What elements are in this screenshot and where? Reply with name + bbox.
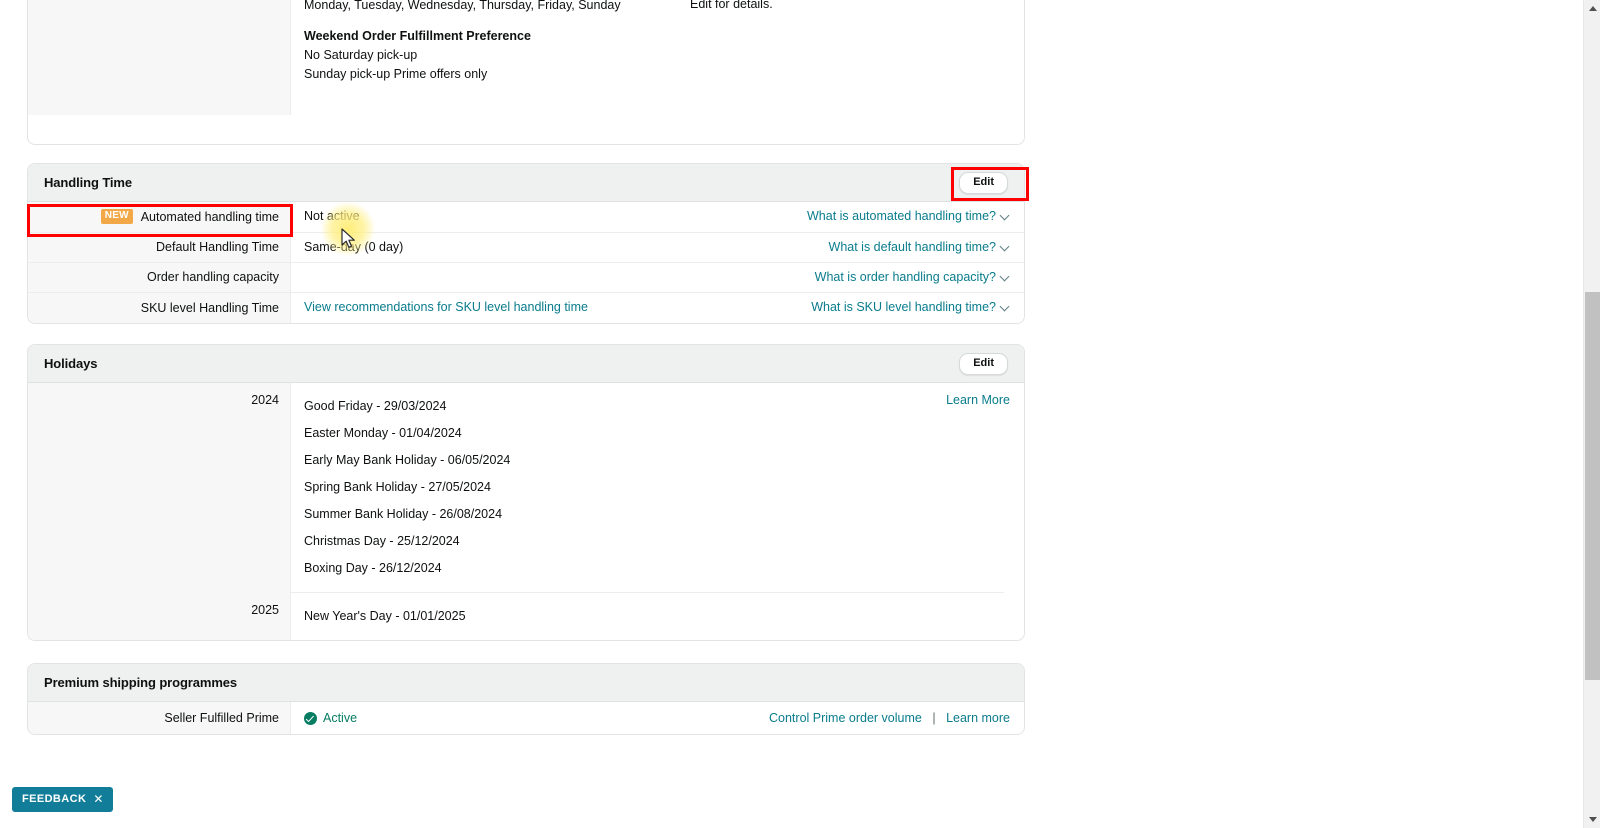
close-icon[interactable]: ✕ bbox=[93, 792, 103, 806]
help-link-automated-handling-time[interactable]: What is automated handling time? bbox=[807, 209, 1010, 223]
premium-links: Control Prime order volume | Learn more bbox=[769, 711, 1010, 725]
chevron-down-icon bbox=[1001, 272, 1010, 281]
row-body: Same-day (0 day) What is default handlin… bbox=[291, 233, 1024, 262]
settings-page: Monday, Tuesday, Wednesday, Thursday, Fr… bbox=[0, 0, 1583, 828]
check-circle-icon bbox=[304, 711, 317, 725]
handling-row-default: Default Handling Time Same-day (0 day) W… bbox=[28, 233, 1024, 263]
row-label-seller-fulfilled-prime: Seller Fulfilled Prime bbox=[28, 702, 291, 734]
handling-time-card: Handling Time Edit NEW Automated handlin… bbox=[27, 163, 1025, 324]
help-link-text[interactable]: What is order handling capacity? bbox=[815, 270, 996, 284]
feedback-button[interactable]: FEEDBACK ✕ bbox=[12, 787, 113, 812]
row-label-text: Default Handling Time bbox=[156, 240, 279, 254]
help-link-text[interactable]: What is automated handling time? bbox=[807, 209, 996, 223]
sku-recommendations-link[interactable]: View recommendations for SKU level handl… bbox=[304, 300, 588, 314]
weekend-preference-line-2: Sunday pick-up Prime offers only bbox=[304, 67, 488, 81]
automated-handling-time-value: Not active bbox=[304, 209, 360, 223]
row-label-default-handling-time: Default Handling Time bbox=[28, 233, 291, 262]
chevron-down-icon bbox=[1001, 302, 1010, 311]
scrollbar-thumb[interactable] bbox=[1585, 292, 1600, 680]
holidays-learn-more-link[interactable]: Learn More bbox=[946, 393, 1010, 407]
default-handling-time-value: Same-day (0 day) bbox=[304, 240, 404, 254]
scroll-down-arrow-icon[interactable] bbox=[1584, 811, 1600, 828]
holiday-year-label: 2024 bbox=[28, 383, 291, 592]
premium-learn-more-link[interactable]: Learn more bbox=[946, 711, 1010, 725]
help-link-sku-level-handling-time[interactable]: What is SKU level handling time? bbox=[811, 300, 1010, 314]
list-item: Christmas Day - 25/12/2024 bbox=[304, 534, 460, 548]
feedback-label: FEEDBACK bbox=[22, 793, 87, 805]
row-label-automated-fulfillment: Automated Fulfillment Settings (Prime) bbox=[28, 0, 291, 115]
handling-row-sku: SKU level Handling Time View recommendat… bbox=[28, 293, 1024, 323]
list-item: Summer Bank Holiday - 26/08/2024 bbox=[304, 507, 503, 521]
row-label-text: Seller Fulfilled Prime bbox=[164, 711, 279, 725]
holiday-body: Good Friday - 29/03/2024 Easter Monday -… bbox=[291, 383, 1024, 592]
row-label-automated-handling-time: NEW Automated handling time bbox=[28, 202, 291, 232]
list-item: New Year's Day - 01/01/2025 bbox=[304, 609, 466, 623]
premium-shipping-programmes-card: Premium shipping programmes Seller Fulfi… bbox=[27, 663, 1025, 735]
holiday-list: Good Friday - 29/03/2024 Easter Monday -… bbox=[304, 393, 946, 582]
list-item: Boxing Day - 26/12/2024 bbox=[304, 561, 442, 575]
list-item: Easter Monday - 01/04/2024 bbox=[304, 426, 462, 440]
status-badge-text: Active bbox=[323, 711, 358, 725]
row-label-text: SKU level Handling Time bbox=[140, 300, 279, 315]
table-row: Automated Fulfillment Settings (Prime) O… bbox=[28, 0, 1024, 115]
row-label-text: Order handling capacity bbox=[146, 270, 279, 284]
fulfillment-details: Operating Days Monday, Tuesday, Wednesda… bbox=[304, 0, 621, 84]
cutoff-times-note: Cut-off times are defined for each shipp… bbox=[690, 0, 773, 11]
holidays-card: Holidays Edit 2024 Good Friday - 29/03/2… bbox=[27, 344, 1025, 641]
handling-row-capacity: Order handling capacity What is order ha… bbox=[28, 263, 1024, 293]
chevron-down-icon bbox=[1001, 242, 1010, 251]
handling-time-title: Handling Time bbox=[44, 175, 133, 190]
weekend-preference-heading: Weekend Order Fulfillment Preference bbox=[304, 29, 531, 43]
chevron-down-icon bbox=[1001, 211, 1010, 220]
scroll-up-arrow-icon[interactable] bbox=[1584, 0, 1600, 17]
handling-row-automated: NEW Automated handling time Not active W… bbox=[28, 202, 1024, 233]
new-badge: NEW bbox=[100, 209, 133, 224]
handling-time-edit-button[interactable]: Edit bbox=[959, 171, 1008, 194]
holidays-edit-button[interactable]: Edit bbox=[959, 352, 1008, 375]
help-link-default-handling-time[interactable]: What is default handling time? bbox=[829, 240, 1010, 254]
list-item: Early May Bank Holiday - 06/05/2024 bbox=[304, 453, 511, 467]
holidays-title: Holidays bbox=[44, 356, 98, 371]
link-separator: | bbox=[932, 711, 936, 725]
holiday-group-2025: 2025 New Year's Day - 01/01/2025 bbox=[28, 593, 1024, 640]
automated-fulfillment-settings-card: Monday, Tuesday, Wednesday, Thursday, Fr… bbox=[27, 0, 1025, 145]
premium-title: Premium shipping programmes bbox=[44, 675, 238, 690]
row-label-text: Automated handling time bbox=[140, 209, 279, 224]
handling-time-header: Handling Time Edit bbox=[28, 164, 1024, 202]
holiday-year-label: 2025 bbox=[28, 593, 291, 640]
row-body: Not active What is automated handling ti… bbox=[291, 202, 1024, 231]
weekend-preference-line-1: No Saturday pick-up bbox=[304, 48, 418, 62]
row-label-order-handling-capacity: Order handling capacity bbox=[28, 263, 291, 292]
row-body: View recommendations for SKU level handl… bbox=[291, 293, 1024, 322]
row-label-sku-level-handling-time: SKU level Handling Time bbox=[28, 293, 291, 323]
holiday-group-2024: 2024 Good Friday - 29/03/2024 Easter Mon… bbox=[28, 383, 1024, 592]
premium-row-sfp: Seller Fulfilled Prime Active Control Pr… bbox=[28, 702, 1024, 734]
list-item: Good Friday - 29/03/2024 bbox=[304, 399, 447, 413]
holidays-header: Holidays Edit bbox=[28, 345, 1024, 383]
help-link-text[interactable]: What is default handling time? bbox=[829, 240, 996, 254]
vertical-scrollbar[interactable] bbox=[1583, 0, 1600, 828]
operating-days-value: Monday, Tuesday, Wednesday, Thursday, Fr… bbox=[304, 0, 621, 12]
premium-header: Premium shipping programmes bbox=[28, 664, 1024, 702]
row-body: Operating Days Monday, Tuesday, Wednesda… bbox=[291, 0, 1024, 115]
row-body: What is order handling capacity? bbox=[291, 263, 1024, 292]
list-item: Spring Bank Holiday - 27/05/2024 bbox=[304, 480, 491, 494]
holiday-body: New Year's Day - 01/01/2025 bbox=[291, 593, 1024, 640]
holiday-list: New Year's Day - 01/01/2025 bbox=[304, 603, 1010, 630]
row-body: Active Control Prime order volume | Lear… bbox=[291, 702, 1024, 734]
status-badge: Active bbox=[304, 711, 357, 725]
help-link-order-handling-capacity[interactable]: What is order handling capacity? bbox=[815, 270, 1010, 284]
help-link-text[interactable]: What is SKU level handling time? bbox=[811, 300, 996, 314]
control-prime-order-volume-link[interactable]: Control Prime order volume bbox=[769, 711, 922, 725]
